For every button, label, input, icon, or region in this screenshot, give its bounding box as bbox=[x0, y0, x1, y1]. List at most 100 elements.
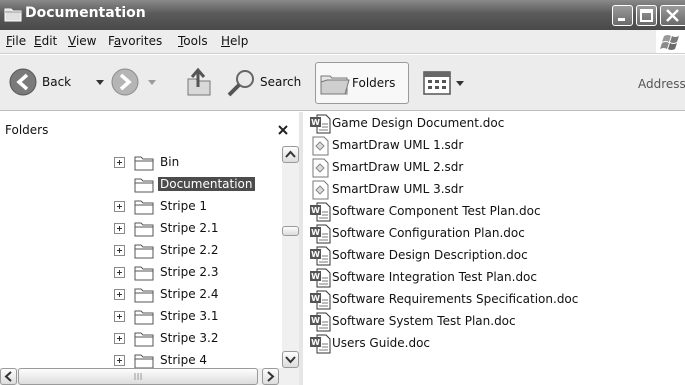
svg-text:W: W bbox=[311, 316, 320, 325]
window-title: Documentation bbox=[25, 5, 146, 21]
tree-item-label: Stripe 2.2 bbox=[160, 243, 219, 257]
menu-tools[interactable]: Tools bbox=[178, 34, 208, 48]
menu-help[interactable]: Help bbox=[221, 34, 248, 48]
folder-tree-vertical-scrollbar[interactable] bbox=[282, 146, 299, 368]
file-item[interactable]: SmartDraw UML 2.sdr bbox=[309, 157, 679, 179]
tree-item[interactable]: Stripe 1 bbox=[0, 196, 282, 218]
file-name: Software Component Test Plan.doc bbox=[332, 204, 541, 218]
folder-icon bbox=[134, 155, 154, 171]
tree-item[interactable]: Stripe 2.1 bbox=[0, 218, 282, 240]
file-item[interactable]: W Software System Test Plan.doc bbox=[309, 311, 679, 333]
tree-item[interactable]: Stripe 3.2 bbox=[0, 328, 282, 350]
search-label: Search bbox=[260, 75, 302, 89]
folder-icon bbox=[134, 287, 154, 303]
file-item[interactable]: SmartDraw UML 3.sdr bbox=[309, 179, 679, 201]
tree-item[interactable]: Documentation bbox=[0, 174, 282, 196]
tree-item[interactable]: Stripe 2.2 bbox=[0, 240, 282, 262]
tree-item-label: Documentation bbox=[158, 177, 255, 191]
folder-icon bbox=[134, 331, 154, 347]
title-bar[interactable]: Documentation bbox=[0, 0, 685, 30]
file-name: Software System Test Plan.doc bbox=[332, 314, 516, 328]
tree-item-label: Stripe 3.1 bbox=[160, 309, 219, 323]
up-folder-button[interactable] bbox=[183, 65, 215, 99]
file-name: SmartDraw UML 3.sdr bbox=[332, 182, 464, 196]
folders-button[interactable]: Folders bbox=[315, 62, 409, 104]
close-button[interactable] bbox=[660, 5, 685, 26]
search-button[interactable]: Search bbox=[226, 67, 308, 99]
scroll-down-button[interactable] bbox=[282, 351, 299, 368]
smartdraw-icon bbox=[309, 136, 331, 156]
expand-icon[interactable] bbox=[114, 355, 125, 366]
scroll-up-button[interactable] bbox=[282, 146, 299, 163]
views-icon bbox=[423, 71, 464, 95]
tree-item-label: Bin bbox=[160, 155, 180, 169]
scroll-thumb[interactable] bbox=[282, 226, 299, 236]
file-list: W Game Design Document.doc SmartDraw UML 1… bbox=[303, 112, 685, 385]
svg-text:W: W bbox=[311, 228, 320, 237]
svg-text:W: W bbox=[311, 250, 320, 259]
file-item[interactable]: SmartDraw UML 1.sdr bbox=[309, 135, 679, 157]
horizontal-scroll-thumb[interactable] bbox=[18, 368, 258, 385]
file-item[interactable]: W Software Requirements Specification.doc bbox=[309, 289, 679, 311]
tree-item-label: Stripe 2.3 bbox=[160, 265, 219, 279]
menu-file[interactable]: File bbox=[6, 34, 26, 48]
file-name: Users Guide.doc bbox=[332, 336, 431, 350]
tree-item[interactable]: Stripe 3.1 bbox=[0, 306, 282, 328]
file-item[interactable]: W Software Design Description.doc bbox=[309, 245, 679, 267]
back-button[interactable]: Back bbox=[8, 67, 108, 99]
tree-item-label: Stripe 2.1 bbox=[160, 221, 219, 235]
file-name: Software Design Description.doc bbox=[332, 248, 528, 262]
file-name: Software Integration Test Plan.doc bbox=[332, 270, 537, 284]
tree-item[interactable]: Stripe 2.3 bbox=[0, 262, 282, 284]
views-button[interactable] bbox=[420, 69, 466, 97]
expand-icon[interactable] bbox=[114, 201, 125, 212]
expand-icon[interactable] bbox=[114, 245, 125, 256]
folder-icon bbox=[134, 243, 154, 259]
close-pane-icon[interactable] bbox=[277, 124, 289, 136]
folder-pane-header: Folders bbox=[0, 112, 298, 146]
file-name: SmartDraw UML 2.sdr bbox=[332, 160, 464, 174]
folder-icon bbox=[134, 221, 154, 237]
folder-pane-title: Folders bbox=[5, 123, 49, 137]
expand-icon[interactable] bbox=[114, 333, 125, 344]
menu-view[interactable]: View bbox=[68, 34, 96, 48]
tree-item[interactable]: Stripe 4 bbox=[0, 350, 282, 368]
expand-icon[interactable] bbox=[114, 267, 125, 278]
file-item[interactable]: W Game Design Document.doc bbox=[309, 113, 679, 135]
file-item[interactable]: W Software Configuration Plan.doc bbox=[309, 223, 679, 245]
folder-icon bbox=[134, 199, 154, 215]
file-name: SmartDraw UML 1.sdr bbox=[332, 138, 464, 152]
smartdraw-icon bbox=[309, 180, 331, 200]
svg-text:W: W bbox=[311, 206, 320, 215]
expand-icon[interactable] bbox=[114, 223, 125, 234]
folders-label: Folders bbox=[352, 76, 396, 90]
folder-icon bbox=[134, 177, 154, 193]
expand-icon[interactable] bbox=[114, 157, 125, 168]
menu-favorites[interactable]: Favorites bbox=[108, 34, 162, 48]
maximize-button[interactable] bbox=[636, 5, 657, 26]
folder-icon bbox=[134, 309, 154, 325]
scroll-right-button[interactable] bbox=[262, 368, 279, 385]
folder-tree-horizontal-scrollbar[interactable] bbox=[0, 368, 299, 385]
tree-item[interactable]: Stripe 2.4 bbox=[0, 284, 282, 306]
expand-icon[interactable] bbox=[114, 311, 125, 322]
smartdraw-icon bbox=[309, 158, 331, 178]
file-item[interactable]: W Software Component Test Plan.doc bbox=[309, 201, 679, 223]
close-icon bbox=[666, 9, 679, 22]
menu-edit[interactable]: Edit bbox=[34, 34, 57, 48]
forward-button[interactable] bbox=[110, 67, 158, 99]
expand-icon[interactable] bbox=[114, 289, 125, 300]
minimize-button[interactable] bbox=[612, 5, 633, 26]
svg-text:W: W bbox=[311, 338, 320, 347]
folders-icon bbox=[320, 75, 350, 95]
dropdown-arrow-icon bbox=[148, 80, 156, 85]
svg-text:W: W bbox=[311, 294, 320, 303]
chevron-right-icon bbox=[267, 371, 275, 382]
file-item[interactable]: W Users Guide.doc bbox=[309, 333, 679, 355]
tree-item[interactable]: Bin bbox=[0, 152, 282, 174]
file-item[interactable]: W Software Integration Test Plan.doc bbox=[309, 267, 679, 289]
word-doc-icon: W bbox=[309, 246, 331, 266]
dropdown-arrow-icon bbox=[96, 80, 104, 85]
folder-icon bbox=[134, 265, 154, 281]
scroll-left-button[interactable] bbox=[0, 368, 17, 385]
